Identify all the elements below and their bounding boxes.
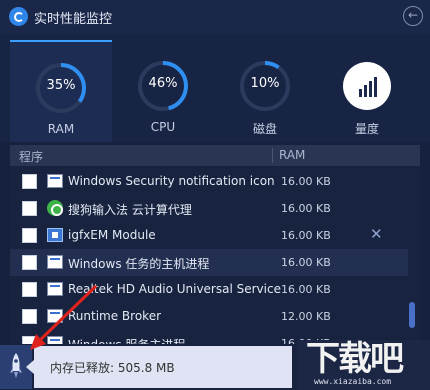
close-icon[interactable]: ✕ [370,225,383,243]
disk-label: 磁盘 [252,122,277,136]
ram-percent: 35% [46,78,76,93]
table-row[interactable]: igfxEM Module 16.00 KB ✕ [10,222,408,249]
app-logo-icon [9,7,28,26]
process-name: 搜狗输入法 云计算代理 [68,203,192,217]
row-checkbox[interactable] [22,255,37,270]
tab-metrics[interactable]: 量度 [316,40,418,142]
back-button[interactable]: ← [403,6,423,26]
watermark: 下载吧 www.xiazaiba.com [298,340,430,390]
scrollbar-thumb[interactable] [409,302,415,328]
table-row[interactable]: Windows Security notification icon 16.00… [10,168,408,195]
process-ram: 16.00 KB [281,175,331,188]
metrics-label: 量度 [354,122,379,136]
title-bar: 实时性能监控 ← [0,0,430,34]
row-checkbox[interactable] [22,201,37,216]
table-row[interactable]: Windows 任务的主机进程 16.00 KB [10,249,408,276]
window-app-icon [47,255,63,269]
column-divider [272,148,273,163]
red-arrow-annotation [30,284,98,350]
process-name: Realtek HD Audio Universal Service [68,282,281,296]
cpu-label: CPU [150,120,176,134]
process-ram: 16.00 KB [281,256,331,269]
app-title: 实时性能监控 [34,12,113,27]
tab-cpu[interactable]: 46% CPU [112,40,214,142]
ram-label: RAM [47,122,75,136]
process-ram: 16.00 KB [281,283,331,296]
process-name: Windows 任务的主机进程 [68,257,210,271]
bar-chart-icon [343,62,391,110]
table-row[interactable]: 搜狗输入法 云计算代理 16.00 KB [10,195,408,222]
process-name: igfxEM Module [68,228,156,242]
column-header-program[interactable]: 程序 [19,148,43,165]
gauge-tabs: 35% RAM 46% CPU 10% 磁盘 量度 [0,34,430,142]
intel-graphics-icon [47,228,63,242]
memory-released-message: 内存已释放: 505.8 MB [50,361,175,375]
row-checkbox[interactable] [22,174,37,189]
disk-percent: 10% [250,76,280,91]
cpu-percent: 46% [148,76,178,91]
process-ram: 16.00 KB [281,229,331,242]
row-checkbox[interactable] [22,228,37,243]
process-name: Windows Security notification icon [68,174,275,188]
tab-ram[interactable]: 35% RAM [10,40,112,142]
sogou-icon [47,200,63,216]
table-header: 程序 RAM [10,145,420,166]
column-header-ram[interactable]: RAM [279,148,305,162]
watermark-url: www.xiazaiba.com [314,377,392,386]
watermark-title: 下载吧 [306,339,404,379]
tab-disk[interactable]: 10% 磁盘 [214,40,316,142]
process-ram: 12.00 KB [281,310,331,323]
process-ram: 16.00 KB [281,202,331,215]
rocket-icon [10,353,22,378]
window-app-icon [47,174,63,188]
